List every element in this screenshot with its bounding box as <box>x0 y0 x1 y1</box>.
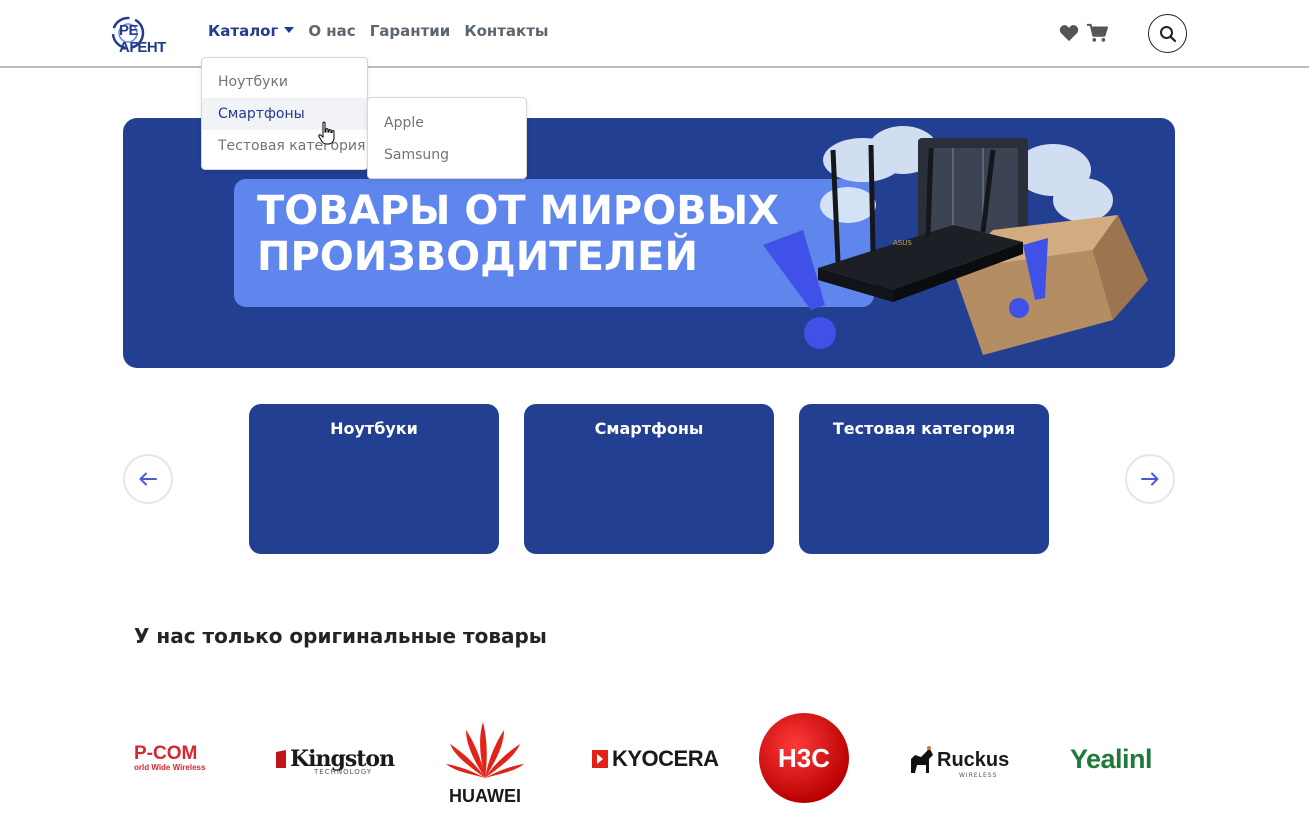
brand-logo-yealink[interactable]: Yealinl <box>1070 744 1153 775</box>
router-brand-label: ASUS <box>893 239 912 247</box>
hand-cursor-icon <box>318 121 335 145</box>
arrow-right-icon <box>1141 472 1159 486</box>
arrow-left-icon <box>139 472 157 486</box>
brand-huawei-text: HUAWEI <box>449 786 521 806</box>
nav-guarantees[interactable]: Гарантии <box>370 22 451 46</box>
huawei-petals-icon <box>446 722 524 778</box>
nav-catalog[interactable]: Каталог <box>208 22 295 46</box>
ruckus-dog-icon <box>911 746 933 773</box>
kyocera-mark-icon <box>592 750 608 768</box>
heart-icon[interactable] <box>1059 24 1079 42</box>
category-card-label: Тестовая категория <box>832 419 1016 438</box>
main-nav: Каталог О нас Гарантии Контакты <box>208 22 563 46</box>
brand-logo-h3c[interactable]: H3C <box>758 712 850 808</box>
category-card-smartphones[interactable]: Смартфоны <box>524 404 774 554</box>
category-card-label: Ноутбуки <box>330 419 418 438</box>
category-card-test-category[interactable]: Тестовая категория <box>799 404 1049 554</box>
brand-ruckus-sub: WIRELESS <box>959 772 998 779</box>
brand-kyocera-text: KYOCERA <box>612 746 719 771</box>
nav-contacts[interactable]: Контакты <box>464 22 548 46</box>
caret-down-icon <box>284 27 295 33</box>
logo-text: РЕ АГЕНТ <box>119 22 166 56</box>
category-card-label: Смартфоны <box>594 419 704 438</box>
submenu-item-apple[interactable]: Apple <box>368 107 526 139</box>
brand-kingston-sub: TECHNOLOGY <box>314 768 373 776</box>
brand-logo-huawei[interactable]: HUAWEI <box>442 718 528 807</box>
brand-h3c-text: H3C <box>777 743 830 773</box>
nav-catalog-label: Каталог <box>208 22 279 40</box>
site-header: РЕ АГЕНТ Каталог О нас Гарантии Контакты <box>0 0 1309 68</box>
nav-about[interactable]: О нас <box>308 22 355 46</box>
dropdown-item-smartphones[interactable]: Смартфоны <box>202 98 367 130</box>
smartphones-submenu: Apple Samsung <box>367 97 527 179</box>
brand-tplink-sub: orld Wide Wireless <box>134 763 206 772</box>
category-card-laptops[interactable]: Ноутбуки <box>249 404 499 554</box>
kingston-head-icon <box>276 750 286 768</box>
carousel-next-button[interactable] <box>1125 454 1175 504</box>
catalog-dropdown: Ноутбуки Смартфоны Тестовая категория <box>201 57 368 170</box>
banner-router-illustration: ASUS <box>763 126 1148 355</box>
brand-logos-strip: P-COM orld Wide Wireless Kingston TECHNO… <box>134 700 1164 810</box>
search-button[interactable] <box>1148 14 1187 53</box>
brand-yealink-text: Yealinl <box>1070 744 1153 774</box>
brands-section-title: У нас только оригинальные товары <box>134 624 547 648</box>
carousel-prev-button[interactable] <box>123 454 173 504</box>
brand-tplink-text: P-COM <box>134 743 198 764</box>
site-logo[interactable]: РЕ АГЕНТ <box>111 12 187 56</box>
search-icon <box>1159 25 1176 42</box>
cart-icon[interactable] <box>1086 23 1108 43</box>
submenu-item-samsung[interactable]: Samsung <box>368 139 526 171</box>
dropdown-item-laptops[interactable]: Ноутбуки <box>202 66 367 98</box>
brand-ruckus-text: Ruckus <box>937 749 1010 771</box>
brand-logo-tplink[interactable]: P-COM orld Wide Wireless <box>134 743 206 772</box>
dropdown-item-test-category[interactable]: Тестовая категория <box>202 130 367 162</box>
